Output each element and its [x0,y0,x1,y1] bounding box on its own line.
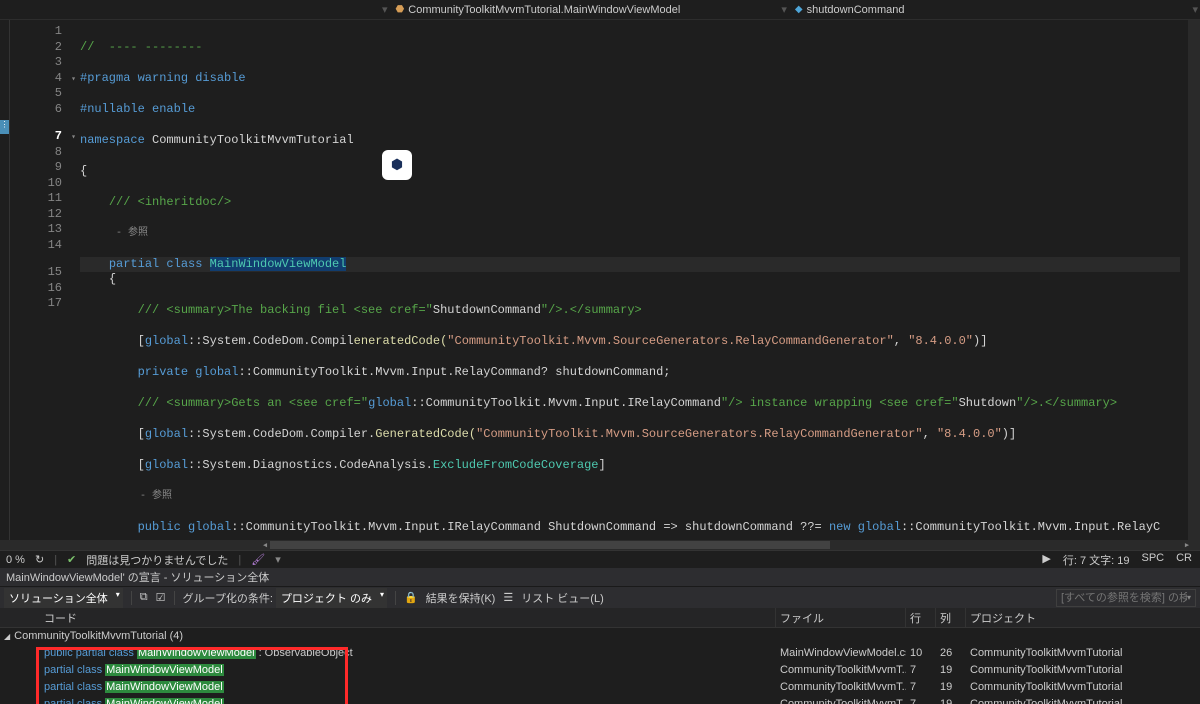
col-col[interactable]: 列 [936,608,966,627]
brush-icon[interactable]: 🖌 [251,553,265,566]
class-icon: ⬣ [396,4,405,15]
col-line[interactable]: 行 [906,608,936,627]
line-number[interactable]: 4▾ [10,71,62,87]
class-name: MainWindowViewModel [210,257,347,271]
scroll-thumb[interactable] [270,541,830,549]
line-number[interactable]: 15 [10,265,62,281]
indent-mode[interactable]: SPC [1141,552,1164,568]
code-brace: { [109,272,116,286]
col-code[interactable]: コード [0,608,776,627]
build-percent: 0 % [6,554,25,566]
line-number[interactable]: 11 [10,191,62,207]
line-number[interactable]: 7▾ [10,129,62,145]
findrefs-search[interactable]: ▾ [1056,589,1196,607]
check-icon: ✔ [67,553,76,566]
code-content[interactable]: // ---- -------- #pragma warning disable… [80,20,1188,540]
breadcrumb-bar: ▾ ⬣ CommunityToolkitMvvmTutorial.MainWin… [0,0,1200,20]
collapse-icon[interactable]: ◢ [4,632,10,641]
line-number[interactable]: 5 [10,86,62,102]
code-cmt: /// <inheritdoc/> [109,195,231,209]
findrefs-results: ◢ CommunityToolkitMvvmTutorial (4) publi… [0,628,1200,704]
line-gutter[interactable]: 1 2 3 4▾ 5 6 7▾ 8 9 10 11 12 13 14 15 16… [10,20,80,540]
collapse-icon[interactable]: ▾ [71,72,76,88]
refresh-icon[interactable]: ↻ [35,553,44,566]
result-row[interactable]: partial class MainWindowViewModelCommuni… [0,695,1200,704]
groupby-dropdown[interactable]: プロジェクト のみ [276,588,387,608]
line-number[interactable]: 10 [10,176,62,192]
list-view[interactable]: リスト ビュー(L) [521,590,604,606]
breadcrumb-class[interactable]: ⬣ CommunityToolkitMvvmTutorial.MainWindo… [390,4,687,16]
line-number[interactable]: 17 [10,296,62,312]
reference-hint[interactable]: - 参照 [110,228,148,239]
code-line: #nullable enable [80,102,195,116]
findrefs-columns: コード ファイル 行 列 プロジェクト [0,608,1200,628]
line-number[interactable]: 13 [10,222,62,238]
search-caret-icon[interactable]: ▾ [1187,593,1191,602]
keep-results[interactable]: 結果を保持(K) [426,590,496,606]
lock-icon[interactable]: ☑ [156,591,166,604]
code-ns: CommunityToolkitMvvmTutorial [145,133,354,147]
code-brace: { [80,164,87,178]
groupby-label: グループ化の条件: [183,590,273,606]
copilot-badge[interactable]: ⬢ [382,150,412,180]
diff-marker: ⋮ [0,120,9,134]
search-input[interactable] [1061,592,1187,604]
line-number[interactable]: 14 [10,238,62,254]
left-margin: ⋮ [0,20,10,540]
result-row[interactable]: public partial class MainWindowViewModel… [0,644,1200,661]
code-kw: namespace [80,133,145,147]
line-number[interactable]: 1 [10,24,62,40]
field-icon: ◆ [795,4,803,15]
code-line: #pragma warning disable [80,71,246,85]
findrefs-title: MainWindowViewModel' の宣言 - ソリューション全体 [0,568,1200,586]
result-row[interactable]: partial class MainWindowViewModelCommuni… [0,678,1200,695]
code-kw: partial class [109,257,210,271]
line-number[interactable]: 12 [10,207,62,223]
collapse-icon[interactable]: ▾ [71,130,76,146]
code-editor[interactable]: ⋮ 1 2 3 4▾ 5 6 7▾ 8 9 10 11 12 13 14 15 … [0,20,1200,540]
lineending[interactable]: CR [1176,552,1192,568]
scope-dropdown[interactable]: ソリューション全体 [4,588,123,608]
scroll-start-icon[interactable]: ▶ [1042,552,1050,568]
reference-hint[interactable]: - 参照 [134,491,172,502]
col-proj[interactable]: プロジェクト [966,608,1200,627]
breadcrumb-member-text: shutdownCommand [807,4,905,16]
line-number[interactable]: 9 [10,160,62,176]
scroll-right-icon[interactable]: ▶ [1180,540,1194,550]
line-number[interactable]: 16 [10,281,62,297]
copy-icon[interactable]: ⧉ [140,591,148,604]
breadcrumb-class-text: CommunityToolkitMvvmTutorial.MainWindowV… [408,4,680,16]
status-bar: 0 % ↻ | ✔ 問題は見つかりませんでした | 🖌 ▾ ▶ 行: 7 文字:… [0,550,1200,568]
line-number[interactable]: 6 [10,102,62,118]
line-number[interactable]: 8 [10,145,62,161]
list-icon[interactable]: ☰ [503,591,513,604]
findrefs-toolbar: ソリューション全体 ⧉ ☑ グループ化の条件: プロジェクト のみ 🔒 結果を保… [0,586,1200,608]
breadcrumb-member[interactable]: ◆ shutdownCommand [789,4,911,16]
vertical-scrollbar[interactable] [1188,20,1200,540]
line-col: 行: 7 文字: 19 [1063,552,1130,568]
editor-h-scroll[interactable]: ◀ ▶ [0,540,1200,550]
status-noissues: 問題は見つかりませんでした [86,552,228,568]
keep-lock-icon[interactable]: 🔒 [404,591,418,604]
result-row[interactable]: partial class MainWindowViewModelCommuni… [0,661,1200,678]
code-line: // ---- -------- [80,40,202,54]
result-group[interactable]: ◢ CommunityToolkitMvvmTutorial (4) [0,628,1200,644]
line-number[interactable]: 3 [10,55,62,71]
col-file[interactable]: ファイル [776,608,906,627]
line-number[interactable]: 2 [10,40,62,56]
